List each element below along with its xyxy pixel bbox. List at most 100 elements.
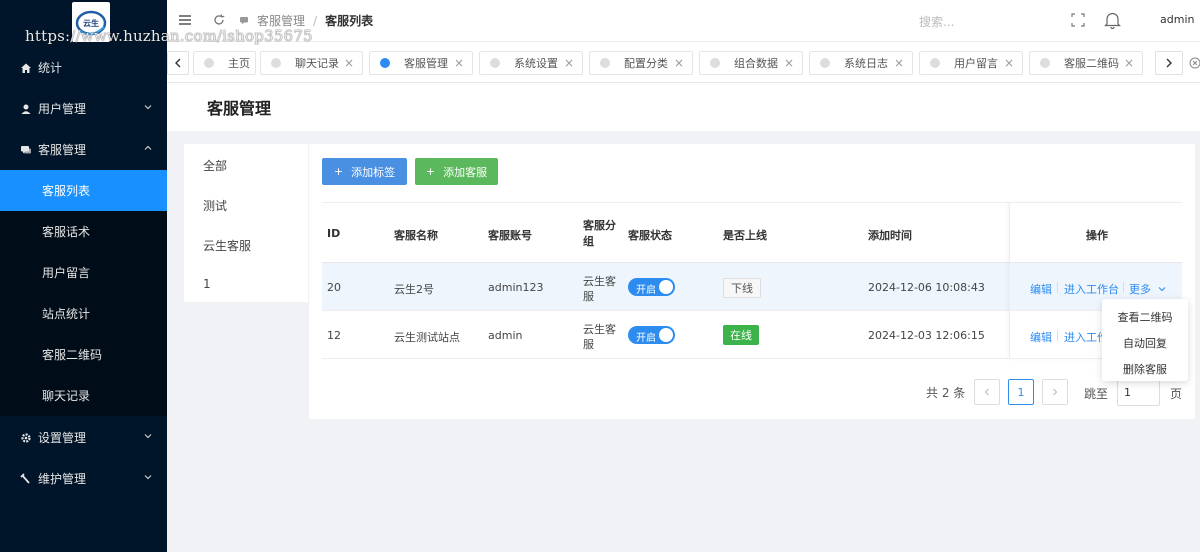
sidebar-item-user-messages[interactable]: 用户留言 — [0, 252, 167, 293]
page-title: 客服管理 — [207, 99, 272, 118]
chevron-down-icon — [144, 475, 152, 480]
sidebar-item-stats[interactable]: 统计 — [0, 47, 167, 88]
add-service-button[interactable]: + 添加客服 — [415, 158, 498, 185]
sidebar-item-service-qrcode[interactable]: 客服二维码 — [0, 334, 167, 375]
tab-label: 配置分类 — [624, 57, 668, 70]
close-all-tabs-icon[interactable] — [1189, 57, 1200, 69]
chevron-down-icon — [144, 105, 152, 110]
add-tag-label: 添加标签 — [351, 165, 396, 179]
add-service-label: 添加客服 — [443, 165, 488, 179]
close-icon[interactable]: × — [894, 56, 904, 70]
sidebar-item-label: 用户管理 — [38, 102, 87, 116]
sidebar-item-label: 客服管理 — [38, 143, 87, 157]
tab-label: 系统设置 — [514, 57, 558, 70]
chevron-down-icon — [144, 434, 152, 439]
sidebar-item-settings[interactable]: 设置管理 — [0, 417, 167, 458]
chevron-left-icon — [984, 388, 989, 396]
menu-item-auto-reply[interactable]: 自动回复 — [1102, 335, 1188, 351]
col-name: 客服名称 — [394, 229, 438, 242]
menu-item-delete-service[interactable]: 删除客服 — [1102, 361, 1188, 377]
prev-page-button[interactable] — [974, 379, 1000, 405]
sidebar-item-site-stats[interactable]: 站点统计 — [0, 293, 167, 334]
menu-item-view-qrcode[interactable]: 查看二维码 — [1102, 309, 1188, 325]
close-icon[interactable]: × — [454, 56, 464, 70]
sidebar-item-label: 统计 — [38, 61, 63, 75]
bell-icon[interactable] — [1104, 11, 1121, 29]
cell-id: 20 — [327, 281, 341, 294]
main-panel: + 添加标签 + 添加客服 ID 客服名称 客服账号 客服分组 客服状态 是否上… — [309, 144, 1195, 419]
group-item-all[interactable]: 全部 — [203, 157, 227, 174]
toggle-knob — [659, 328, 673, 342]
tab-label: 系统日志 — [844, 57, 888, 70]
breadcrumb-separator: / — [313, 13, 318, 28]
jump-label: 跳至 — [1084, 387, 1109, 401]
group-item-test[interactable]: 测试 — [203, 197, 227, 214]
col-time: 添加时间 — [868, 229, 912, 242]
tab-service-qrcode[interactable]: 客服二维码 × — [1029, 51, 1143, 75]
col-group: 客服分组 — [583, 219, 616, 248]
cell-name: 云生2号 — [394, 283, 434, 296]
menu-toggle-icon[interactable] — [178, 13, 192, 27]
fullscreen-icon[interactable] — [1071, 13, 1085, 27]
cell-group-line2: 服 — [583, 290, 594, 303]
tab-home[interactable]: 主页 — [193, 51, 256, 75]
sidebar-item-maintenance[interactable]: 维护管理 — [0, 458, 167, 499]
tab-system-log[interactable]: 系统日志 × — [809, 51, 913, 75]
close-icon[interactable]: × — [674, 56, 684, 70]
page-number-button[interactable]: 1 — [1008, 379, 1034, 405]
tab-chat-records[interactable]: 聊天记录 × — [260, 51, 363, 75]
add-tag-button[interactable]: + 添加标签 — [322, 158, 407, 185]
col-id: ID — [327, 227, 341, 240]
user-menu[interactable]: admin — [1160, 13, 1194, 26]
col-status: 客服状态 — [628, 229, 672, 242]
cell-account: admin123 — [488, 281, 544, 294]
cell-name: 云生测试站点 — [394, 331, 460, 344]
tab-user-messages[interactable]: 用户留言 × — [919, 51, 1023, 75]
close-icon[interactable]: × — [1124, 56, 1134, 70]
tab-dot — [600, 58, 610, 68]
chevron-left-icon — [175, 58, 181, 68]
tab-label: 聊天记录 — [295, 57, 339, 70]
chevron-up-icon — [144, 145, 152, 150]
watermark-text: https://www.huzhan.com/ishop35675 — [25, 27, 313, 45]
cell-id: 12 — [327, 329, 341, 342]
status-toggle[interactable]: 开启 — [628, 326, 675, 344]
search-input[interactable]: 搜索... — [919, 13, 954, 30]
sidebar-item-service-scripts[interactable]: 客服话术 — [0, 211, 167, 252]
toggle-knob — [659, 280, 673, 294]
tab-group-data[interactable]: 组合数据 × — [699, 51, 803, 75]
next-page-button[interactable] — [1042, 379, 1068, 405]
status-toggle[interactable]: 开启 — [628, 278, 675, 296]
cell-group-line2: 服 — [583, 338, 594, 351]
jump-page-input[interactable]: 1 — [1117, 380, 1160, 406]
submenu-service: 客服列表 客服话术 用户留言 站点统计 客服二维码 聊天记录 — [0, 170, 167, 416]
tabs-scroll-left[interactable] — [167, 51, 189, 75]
sidebar: 云生 统计 用户管理 客服管理 客服列表 客服话术 用户留言 站点统计 客服二维… — [0, 0, 167, 552]
close-icon[interactable]: × — [784, 56, 794, 70]
col-online: 是否上线 — [723, 229, 767, 242]
sidebar-item-service-list[interactable]: 客服列表 — [0, 170, 167, 211]
page-suffix-label: 页 — [1170, 387, 1183, 401]
close-icon[interactable]: × — [344, 56, 354, 70]
tab-service-mgmt[interactable]: 客服管理 × — [369, 51, 473, 75]
tab-label: 主页 — [228, 57, 250, 70]
sidebar-item-user-mgmt[interactable]: 用户管理 — [0, 88, 167, 129]
sidebar-item-service-mgmt[interactable]: 客服管理 — [0, 129, 167, 170]
chevron-right-icon — [1166, 58, 1172, 68]
tab-dot — [1040, 58, 1050, 68]
tab-dot — [204, 58, 214, 68]
col-account: 客服账号 — [488, 229, 532, 242]
sidebar-item-chat-records[interactable]: 聊天记录 — [0, 375, 167, 416]
tab-dot — [490, 58, 500, 68]
tab-dot — [710, 58, 720, 68]
tab-system-settings[interactable]: 系统设置 × — [479, 51, 583, 75]
close-icon[interactable]: × — [1004, 56, 1014, 70]
tabs-scroll-right[interactable] — [1155, 51, 1183, 75]
refresh-icon[interactable] — [212, 13, 226, 27]
group-item-yunsheng[interactable]: 云生客服 — [203, 237, 251, 254]
close-icon[interactable]: × — [564, 56, 574, 70]
more-dropdown-menu: 查看二维码 自动回复 删除客服 — [1102, 299, 1188, 381]
group-item-1[interactable]: 1 — [203, 277, 211, 291]
tab-label: 用户留言 — [954, 57, 998, 70]
tab-config-category[interactable]: 配置分类 × — [589, 51, 693, 75]
